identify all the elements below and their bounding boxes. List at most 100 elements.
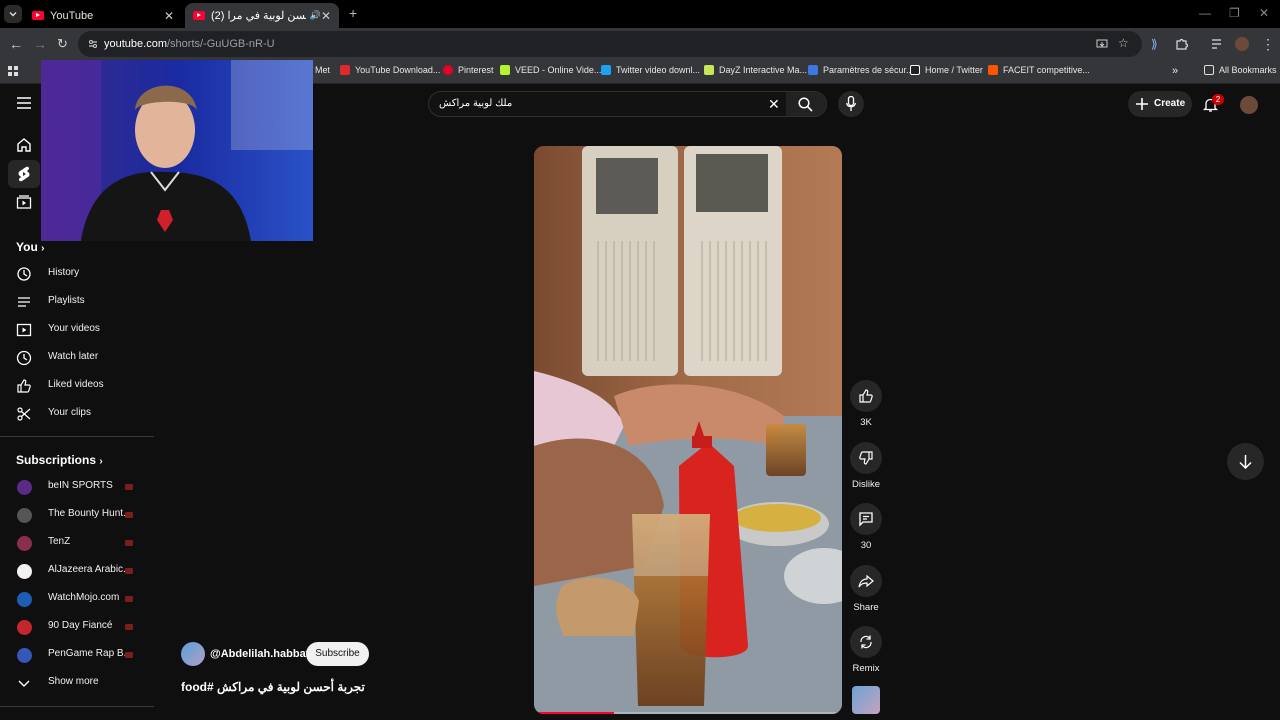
bookmark-dayz-map[interactable]: DayZ Interactive Ma... [704,65,807,75]
picture-in-picture-overlay[interactable] [41,60,313,241]
subscriptions-section-header[interactable]: Subscriptions › [16,453,103,467]
like-count: 3K [860,417,872,428]
close-window-icon[interactable]: ✕ [1259,6,1269,20]
youtube-favicon-icon [193,11,205,20]
clear-search-icon[interactable]: ✕ [768,96,780,113]
profile-avatar[interactable] [1235,37,1249,51]
address-bar[interactable]: youtube.com/shorts/-GuUGB-nR-U ☆ [78,31,1142,57]
bookmark-twitter-downloader[interactable]: Twitter video downl... [601,65,700,75]
close-tab-icon[interactable]: ✕ [321,9,331,23]
channel-avatar [17,536,32,551]
sidebar-item-your-clips[interactable]: Your clips [0,400,154,428]
channel-avatar [17,620,32,635]
video-title[interactable]: تجربة أحسن لوبية في مراكش #food [181,680,365,694]
tab-youtube[interactable]: YouTube ✕ [24,3,182,28]
sidebar-item-playlists[interactable]: Playlists [0,288,154,316]
tab-short-video[interactable]: (2) تجربة أحسن لوبية في مرا... 🔊 ✕ [185,3,339,28]
sidebar-item-label: Your videos [48,323,100,334]
browser-tab-strip: YouTube ✕ (2) تجربة أحسن لوبية في مرا...… [0,0,1280,28]
browser-toolbar: ← → ↻ youtube.com/shorts/-GuUGB-nR-U ☆ ⟫… [0,28,1280,60]
subscription-item[interactable]: TenZ [0,529,154,557]
bookmark-met[interactable]: Met [315,65,330,75]
subscription-label: 90 Day Fiancé [48,620,113,631]
subscription-item[interactable]: The Bounty Hunt... [0,501,154,529]
share-label: Share [853,602,879,613]
show-more-button[interactable]: Show more [0,669,154,697]
live-indicator-icon [125,596,133,602]
thumbs-up-icon [17,379,31,393]
bookmark-pinterest[interactable]: Pinterest [443,65,494,75]
channel-avatar[interactable] [181,642,205,666]
channel-avatar [17,564,32,579]
subscription-item[interactable]: WatchMojo.com [0,585,154,613]
sidebar-item-history[interactable]: History [0,260,154,288]
back-arrow-icon[interactable]: ← [9,36,23,52]
subscribe-button[interactable]: Subscribe [306,642,369,666]
tab-label: YouTube [50,9,94,22]
bookmark-star-icon[interactable]: ☆ [1118,36,1129,50]
install-app-icon[interactable] [1096,38,1108,50]
url-text: youtube.com/shorts/-GuUGB-nR-U [104,38,275,50]
search-icon [798,97,813,112]
you-section-header[interactable]: You › [16,240,44,254]
home-icon[interactable] [16,137,32,153]
site-info-icon[interactable] [87,38,99,50]
search-box[interactable]: ملك لوبية مراكش ✕ [428,91,827,117]
sound-thumbnail[interactable] [852,686,880,714]
live-indicator-icon [125,484,133,490]
video-progress-bar[interactable] [534,712,842,714]
create-label: Create [1154,98,1186,109]
bookmark-veed[interactable]: VEED - Online Vide... [500,65,601,75]
all-bookmarks[interactable]: All Bookmarks [1204,65,1277,75]
short-video-player[interactable] [534,146,842,714]
extension-icon[interactable]: ⟫ [1151,36,1158,52]
account-avatar[interactable] [1240,96,1258,114]
tab-search-button[interactable] [4,5,22,23]
search-button[interactable] [786,92,826,116]
media-control-icon[interactable] [1210,37,1224,51]
subscription-label: AlJazeera Arabic... [48,564,132,575]
live-indicator-icon [125,540,133,546]
sidebar-item-watch-later[interactable]: Watch later [0,344,154,372]
subscription-label: TenZ [48,536,71,547]
chevron-down-icon [9,12,17,17]
subscription-item[interactable]: PenGame Rap B... [0,641,154,669]
extensions-puzzle-icon[interactable] [1175,37,1189,51]
bookmark-youtube-downloader[interactable]: YouTube Download... [340,65,440,75]
bookmark-security-settings[interactable]: Paramètres de sécur... [808,65,914,75]
like-button[interactable]: 3K [850,380,882,428]
minimize-icon[interactable]: — [1199,6,1211,20]
subscription-item[interactable]: 90 Day Fiancé [0,613,154,641]
speaker-icon[interactable]: 🔊 [310,10,321,21]
dislike-button[interactable]: Dislike [850,442,882,490]
live-indicator-icon [125,568,133,574]
next-short-button[interactable] [1227,443,1264,480]
subscriptions-icon[interactable] [16,194,32,210]
comment-count: 30 [860,540,872,551]
voice-search-button[interactable] [838,91,864,117]
close-tab-icon[interactable]: ✕ [164,9,174,23]
more-menu-icon[interactable]: ⋮ [1261,36,1275,52]
plus-icon [1136,98,1148,110]
new-tab-icon[interactable]: + [349,5,357,21]
create-button[interactable]: Create [1128,91,1192,117]
subscription-item[interactable]: beIN SPORTS [0,473,154,501]
reload-icon[interactable]: ↻ [57,36,68,52]
sidebar-item-your-videos[interactable]: Your videos [0,316,154,344]
search-input[interactable]: ملك لوبية مراكش [439,98,512,109]
forward-arrow-icon[interactable]: → [33,36,47,52]
shorts-nav-item[interactable] [8,160,40,188]
share-button[interactable]: Share [850,565,882,613]
apps-grid-icon[interactable] [8,66,19,77]
comments-button[interactable]: 30 [850,503,882,551]
remix-button[interactable]: Remix [850,626,882,674]
sidebar-item-liked-videos[interactable]: Liked videos [0,372,154,400]
bookmark-twitter-home[interactable]: Home / Twitter [910,65,983,75]
bookmark-faceit[interactable]: FACEIT competitive... [988,65,1090,75]
subscription-item[interactable]: AlJazeera Arabic... [0,557,154,585]
bookmarks-overflow-icon[interactable]: » [1172,65,1178,77]
hamburger-menu-icon[interactable] [17,97,31,109]
channel-name[interactable]: @Abdelilah.habbat [210,648,309,660]
remix-icon [860,635,872,649]
restore-icon[interactable]: ❐ [1229,6,1240,20]
